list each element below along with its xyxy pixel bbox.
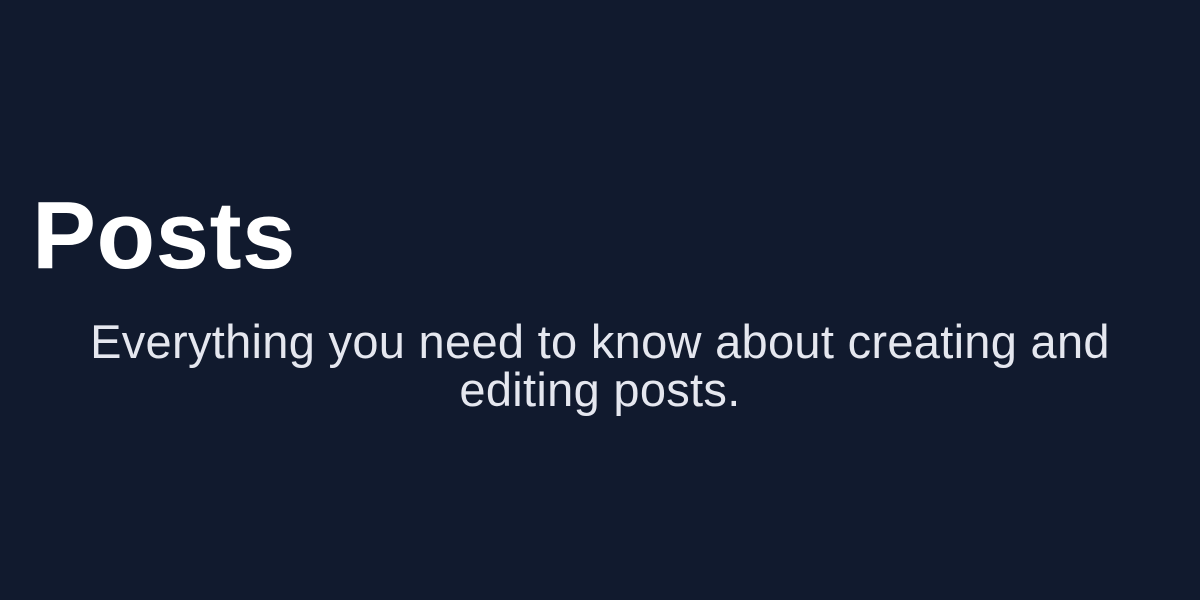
page-title: Posts <box>32 182 296 289</box>
page-subtitle: Everything you need to know about creati… <box>90 315 1110 416</box>
og-card: Posts Everything you need to know about … <box>0 0 1200 600</box>
